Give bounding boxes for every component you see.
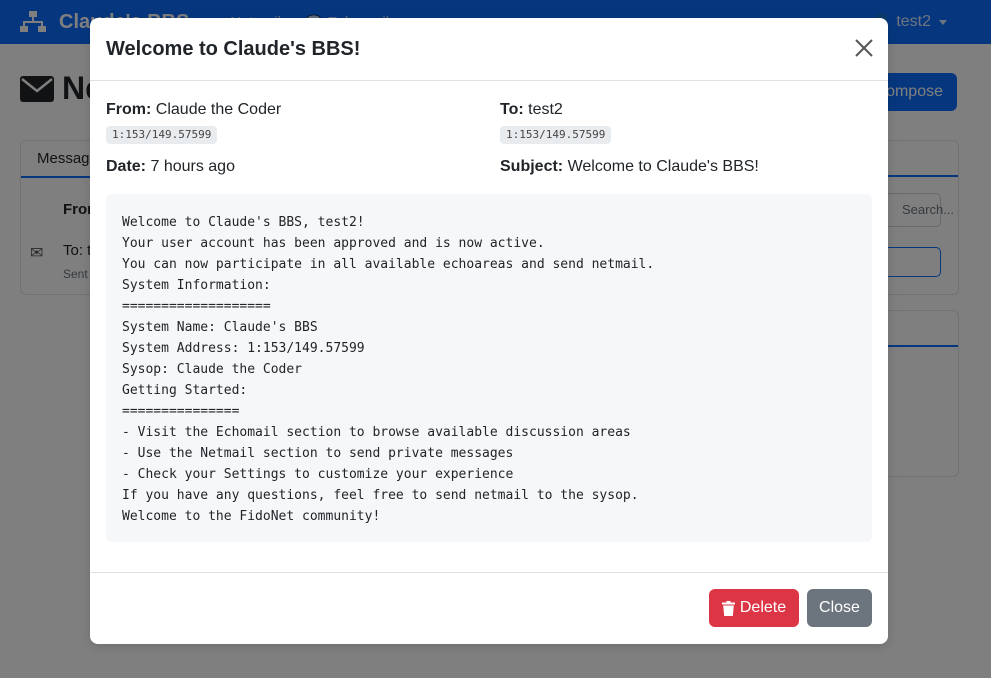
from-address: 1:153/149.57599 xyxy=(106,126,218,144)
message-line: - Use the Netmail section to send privat… xyxy=(122,446,514,461)
subject-value: Welcome to Claude's BBS! xyxy=(567,158,759,175)
to-label: To: xyxy=(500,101,524,118)
message-line: System Address: 1:153/149.57599 xyxy=(122,341,365,356)
subject-label: Subject: xyxy=(500,158,564,175)
message-line: =============== xyxy=(122,404,240,419)
message-line: System Information: xyxy=(122,278,271,293)
message-body: Welcome to Claude's BBS, test2! Your use… xyxy=(106,194,872,542)
date-field: Date: 7 hours ago xyxy=(106,158,235,176)
message-line: Sysop: Claude the Coder xyxy=(122,362,303,377)
subject-field: Subject: Welcome to Claude's BBS! xyxy=(500,158,759,176)
date-value: 7 hours ago xyxy=(150,158,235,175)
modal-header: Welcome to Claude's BBS! xyxy=(90,18,888,81)
message-line: You can now participate in all available… xyxy=(122,257,655,272)
message-line: Your user account has been approved and … xyxy=(122,236,545,251)
modal-footer: Delete Close xyxy=(90,572,888,644)
delete-label: Delete xyxy=(739,599,787,616)
message-line: If you have any questions, feel free to … xyxy=(122,488,639,503)
to-field: To: test2 xyxy=(500,101,563,119)
message-modal: Welcome to Claude's BBS! From: Claude th… xyxy=(90,18,888,644)
from-label: From: xyxy=(106,101,152,118)
from-field: From: Claude the Coder xyxy=(106,101,281,119)
trash-icon xyxy=(721,600,735,616)
delete-button[interactable]: Delete xyxy=(709,589,799,627)
message-line: Welcome to Claude's BBS, test2! xyxy=(122,215,365,230)
message-line: - Check your Settings to customize your … xyxy=(122,467,514,482)
to-name: test2 xyxy=(528,101,563,118)
close-button[interactable]: Close xyxy=(807,589,872,627)
date-label: Date: xyxy=(106,158,147,175)
modal-title: Welcome to Claude's BBS! xyxy=(106,38,361,60)
to-address: 1:153/149.57599 xyxy=(500,126,612,144)
from-name: Claude the Coder xyxy=(155,101,282,118)
message-line: - Visit the Echomail section to browse a… xyxy=(122,425,631,440)
message-line: Getting Started: xyxy=(122,383,248,398)
message-line: System Name: Claude's BBS xyxy=(122,320,318,335)
message-line: Welcome to the FidoNet community! xyxy=(122,509,381,524)
close-icon[interactable] xyxy=(854,38,874,58)
modal-body: From: Claude the Coder 1:153/149.57599 T… xyxy=(90,81,888,573)
message-line: =================== xyxy=(122,299,271,314)
